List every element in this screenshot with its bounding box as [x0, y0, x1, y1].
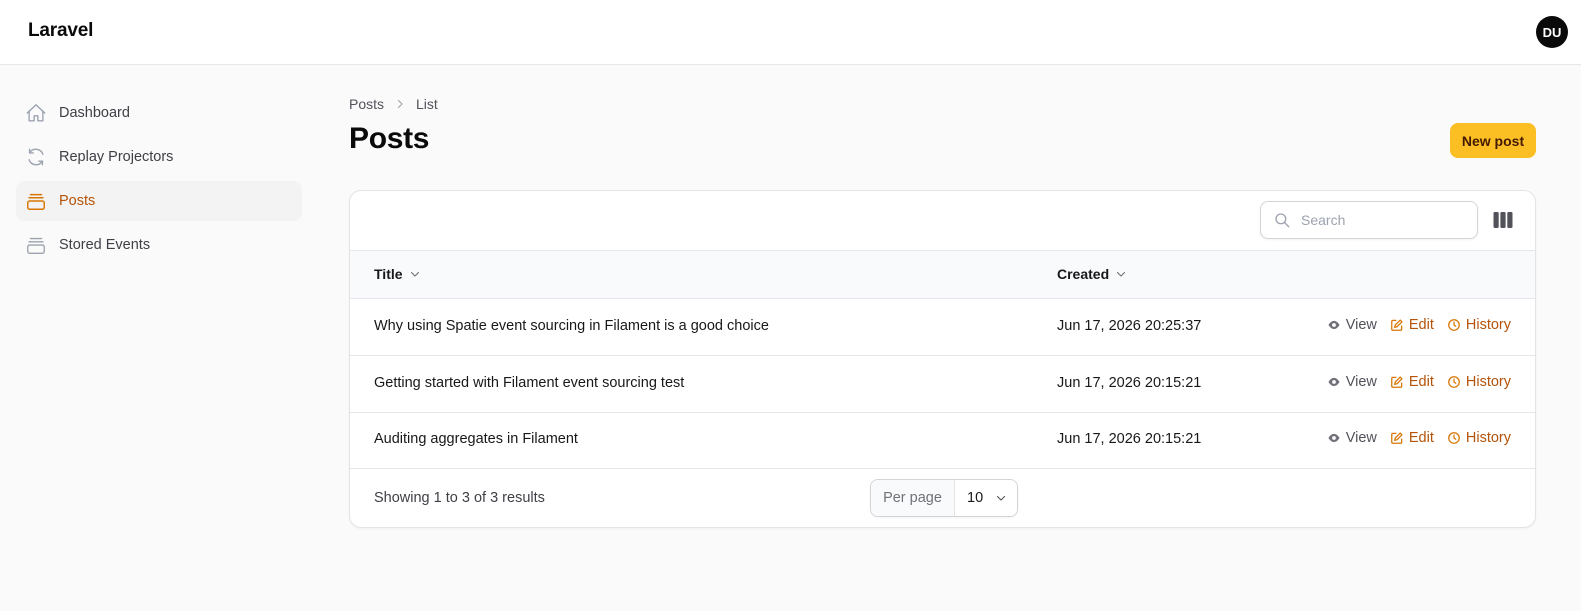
table-row[interactable]: Auditing aggregates in Filament Jun 17, … [350, 412, 1535, 469]
stack-icon [24, 233, 48, 257]
edit-action[interactable]: Edit [1390, 374, 1434, 390]
edit-label: Edit [1408, 317, 1434, 333]
breadcrumb-posts[interactable]: Posts [349, 96, 384, 112]
pagination-summary: Showing 1 to 3 of 3 results [374, 490, 545, 506]
columns-icon[interactable] [1492, 210, 1514, 230]
search-icon [1273, 211, 1291, 229]
chevron-down-icon [409, 268, 421, 280]
post-created: Jun 17, 2026 20:15:21 [1057, 375, 1202, 391]
column-header-created[interactable]: Created [1057, 266, 1127, 282]
per-page-control: Per page 10 [870, 479, 1018, 517]
column-header-title[interactable]: Title [374, 266, 421, 282]
view-label: View [1345, 374, 1377, 390]
view-label: View [1345, 317, 1377, 333]
eye-icon [1328, 377, 1340, 387]
sidebar-item-dashboard[interactable]: Dashboard [16, 93, 302, 133]
search-field[interactable] [1260, 201, 1478, 239]
stack-icon [24, 189, 48, 213]
history-label: History [1465, 374, 1511, 390]
breadcrumb-list: List [416, 96, 438, 112]
sidebar-item-label: Stored Events [59, 237, 151, 253]
pencil-square-icon [1390, 319, 1403, 331]
sidebar-item-posts[interactable]: Posts [16, 181, 302, 221]
row-actions: View Edit History [1314, 374, 1511, 390]
column-label: Created [1057, 266, 1110, 282]
row-actions: View Edit History [1314, 317, 1511, 333]
per-page-label: Per page [871, 480, 955, 516]
history-label: History [1465, 317, 1511, 333]
user-avatar[interactable]: DU [1536, 16, 1568, 48]
per-page-value: 10 [967, 490, 984, 506]
clock-icon [1447, 376, 1460, 388]
posts-table: Title Created Why using Spatie event sou… [349, 190, 1536, 528]
post-title[interactable]: Getting started with Filament event sour… [374, 375, 684, 391]
chevron-down-icon [1115, 268, 1127, 280]
table-footer: Showing 1 to 3 of 3 results Per page 10 [350, 468, 1535, 527]
post-title[interactable]: Why using Spatie event sourcing in Filam… [374, 318, 769, 334]
table-header: Title Created [350, 250, 1535, 299]
sidebar-item-replay-projectors[interactable]: Replay Projectors [16, 137, 302, 177]
table-row[interactable]: Why using Spatie event sourcing in Filam… [350, 299, 1535, 356]
sidebar: Dashboard Replay Projectors Posts Stored… [16, 93, 302, 269]
table-row[interactable]: Getting started with Filament event sour… [350, 356, 1535, 413]
pencil-square-icon [1390, 432, 1403, 444]
search-input[interactable] [1301, 212, 1461, 228]
column-label: Title [374, 266, 403, 282]
history-label: History [1465, 430, 1511, 446]
eye-icon [1328, 433, 1340, 443]
pencil-square-icon [1390, 376, 1403, 388]
top-bar: Laravel DU [0, 0, 1581, 65]
clock-icon [1447, 319, 1460, 331]
row-actions: View Edit History [1314, 430, 1511, 446]
clock-icon [1447, 432, 1460, 444]
edit-action[interactable]: Edit [1390, 430, 1434, 446]
eye-icon [1328, 320, 1340, 330]
chevron-down-icon [995, 492, 1007, 504]
edit-action[interactable]: Edit [1390, 317, 1434, 333]
home-icon [24, 101, 48, 125]
view-action[interactable]: View [1327, 374, 1377, 390]
chevron-right-icon [394, 98, 406, 110]
sidebar-item-label: Dashboard [59, 105, 130, 121]
post-created: Jun 17, 2026 20:25:37 [1057, 318, 1202, 334]
edit-label: Edit [1408, 374, 1434, 390]
sidebar-item-stored-events[interactable]: Stored Events [16, 225, 302, 265]
table-toolbar [350, 191, 1535, 250]
sidebar-item-label: Posts [59, 193, 96, 209]
refresh-icon [24, 145, 48, 169]
edit-label: Edit [1408, 430, 1434, 446]
page-title: Posts [349, 122, 430, 155]
post-title[interactable]: Auditing aggregates in Filament [374, 431, 578, 447]
view-action[interactable]: View [1327, 430, 1377, 446]
view-action[interactable]: View [1327, 317, 1377, 333]
new-post-button[interactable]: New post [1450, 123, 1536, 158]
sidebar-item-label: Replay Projectors [59, 149, 174, 165]
history-action[interactable]: History [1447, 430, 1511, 446]
post-created: Jun 17, 2026 20:15:21 [1057, 431, 1202, 447]
view-label: View [1345, 430, 1377, 446]
brand-logo[interactable]: Laravel [28, 20, 93, 42]
history-action[interactable]: History [1447, 374, 1511, 390]
per-page-select[interactable]: 10 [955, 480, 1017, 516]
breadcrumb: Posts List [349, 96, 438, 112]
history-action[interactable]: History [1447, 317, 1511, 333]
